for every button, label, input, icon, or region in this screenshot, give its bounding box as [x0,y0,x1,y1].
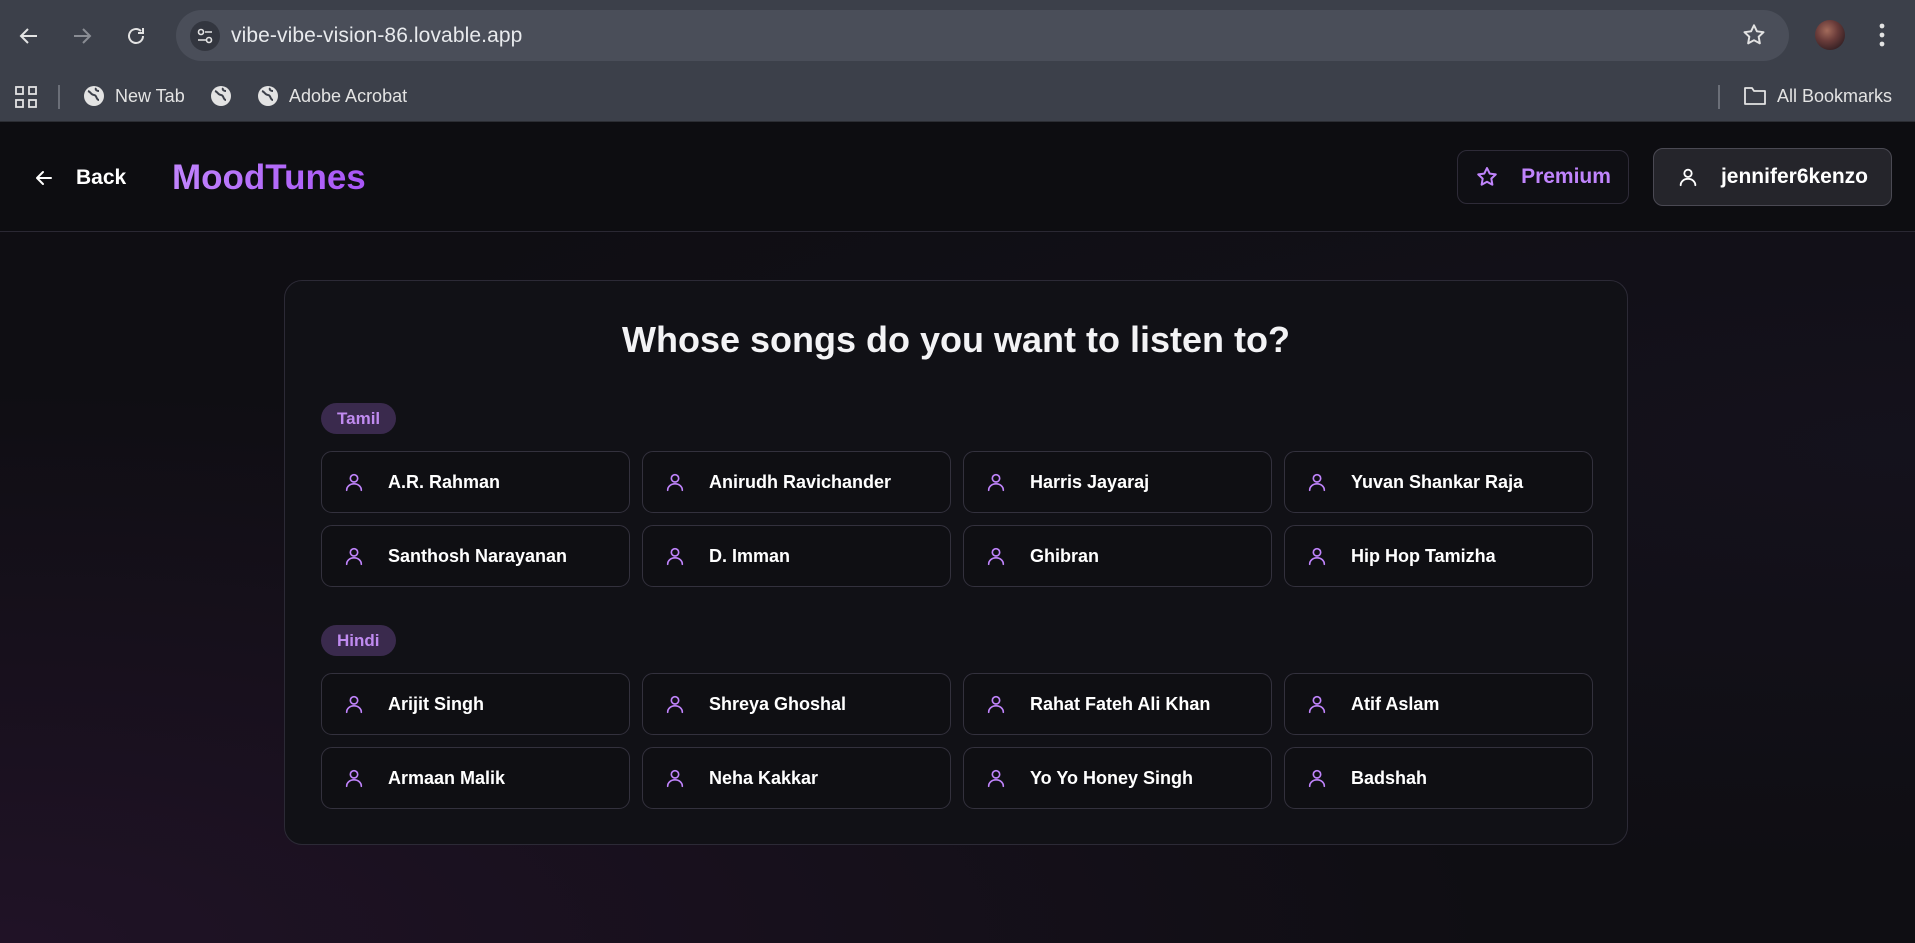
user-icon [1305,544,1329,568]
all-bookmarks[interactable]: All Bookmarks [1743,85,1892,107]
artist-name: Ghibran [1030,545,1100,566]
artist-button[interactable]: Neha Kakkar [642,747,951,809]
user-icon [342,766,366,790]
artist-button[interactable]: Atif Aslam [1284,673,1593,735]
user-icon [342,692,366,716]
artist-button[interactable]: Badshah [1284,747,1593,809]
artist-button[interactable]: Anirudh Ravichander [642,451,951,513]
artist-name: Anirudh Ravichander [709,471,892,492]
artist-button[interactable]: A.R. Rahman [321,451,630,513]
bookmark-new-tab[interactable]: New Tab [83,85,185,107]
apps-grid-icon[interactable] [14,85,38,109]
artist-name: Neha Kakkar [709,767,819,788]
artist-button[interactable]: Santhosh Narayanan [321,525,630,587]
globe-icon [258,86,278,106]
language-badge-tamil: Tamil [321,403,397,434]
language-badge-hindi: Hindi [321,625,396,656]
artist-name: Shreya Ghoshal [709,693,847,714]
user-icon [663,544,687,568]
user-icon [663,692,687,716]
more-menu-icon[interactable] [1870,20,1894,55]
user-icon [984,470,1008,494]
artist-name: Rahat Fateh Ali Khan [1030,693,1211,714]
bookmark-star-icon[interactable] [1741,22,1767,53]
artist-button[interactable]: Arijit Singh [321,673,630,735]
reload-icon[interactable] [114,14,158,58]
back-button[interactable]: Back [34,158,126,198]
user-icon [1305,692,1329,716]
artist-grid-hindi: Arijit Singh Shreya Ghoshal Rahat Fateh Al… [321,673,1593,809]
artist-name: Arijit Singh [388,693,484,714]
profile-avatar[interactable] [1815,20,1845,50]
user-icon [1305,766,1329,790]
artist-name: D. Imman [709,545,791,566]
artist-name: Badshah [1351,767,1428,788]
premium-button[interactable]: Premium [1457,150,1629,204]
user-icon [342,470,366,494]
back-label: Back [76,166,127,189]
site-settings-icon[interactable] [190,21,220,51]
star-icon [1477,167,1497,186]
username: jennifer6kenzo [1720,165,1869,188]
url-text[interactable]: vibe-vibe-vision-86.lovable.app [231,24,522,48]
bookmark-label: New Tab [115,85,185,106]
artist-name: Harris Jayaraj [1030,471,1150,492]
artist-selection-card: Whose songs do you want to listen to? Ta… [284,280,1628,845]
globe-icon [211,86,231,106]
artist-button[interactable]: Hip Hop Tamizha [1284,525,1593,587]
arrow-left-icon [36,171,52,185]
artist-button[interactable]: D. Imman [642,525,951,587]
artist-button[interactable]: Yo Yo Honey Singh [963,747,1272,809]
user-icon [984,766,1008,790]
forward-arrow-icon[interactable] [60,14,104,58]
folder-icon [1744,87,1766,105]
all-bookmarks-label: All Bookmarks [1777,85,1893,106]
back-arrow-icon[interactable] [7,14,51,58]
artist-button[interactable]: Armaan Malik [321,747,630,809]
address-bar[interactable]: vibe-vibe-vision-86.lovable.app [176,10,1789,61]
main-content: Whose songs do you want to listen to? Ta… [0,232,1915,943]
artist-button[interactable]: Shreya Ghoshal [642,673,951,735]
app-header: Back MoodTunes Premium jennifer6kenzo [0,122,1915,232]
bookmarks-divider [1718,85,1720,109]
user-icon [663,470,687,494]
artist-button[interactable]: Yuvan Shankar Raja [1284,451,1593,513]
premium-label: Premium [1521,165,1611,188]
user-icon [663,766,687,790]
artist-name: A.R. Rahman [388,471,501,492]
bookmarks-divider [58,85,60,109]
artist-name: Santhosh Narayanan [388,545,568,566]
user-icon [1679,168,1697,187]
user-account-button[interactable]: jennifer6kenzo [1653,148,1892,206]
bookmark-globe[interactable] [210,85,232,107]
user-icon [342,544,366,568]
user-icon [1305,470,1329,494]
browser-toolbar: vibe-vibe-vision-86.lovable.app [0,0,1915,72]
user-icon [984,544,1008,568]
bookmark-label: Adobe Acrobat [289,85,408,106]
artist-name: Yo Yo Honey Singh [1030,767,1194,788]
bookmark-adobe-acrobat[interactable]: Adobe Acrobat [257,85,407,107]
bookmarks-bar: New Tab Adobe Acrobat All Bookmarks [0,72,1915,122]
artist-grid-tamil: A.R. Rahman Anirudh Ravichander Harris Jay… [321,451,1593,587]
artist-button[interactable]: Rahat Fateh Ali Khan [963,673,1272,735]
brand-logo[interactable]: MoodTunes [172,158,366,198]
artist-button[interactable]: Harris Jayaraj [963,451,1272,513]
user-icon [984,692,1008,716]
artist-button[interactable]: Ghibran [963,525,1272,587]
artist-name: Atif Aslam [1351,693,1440,714]
artist-name: Yuvan Shankar Raja [1351,471,1524,492]
artist-name: Hip Hop Tamizha [1351,545,1496,566]
globe-icon [84,86,104,106]
page-title: Whose songs do you want to listen to? [622,319,1290,360]
artist-name: Armaan Malik [388,767,506,788]
